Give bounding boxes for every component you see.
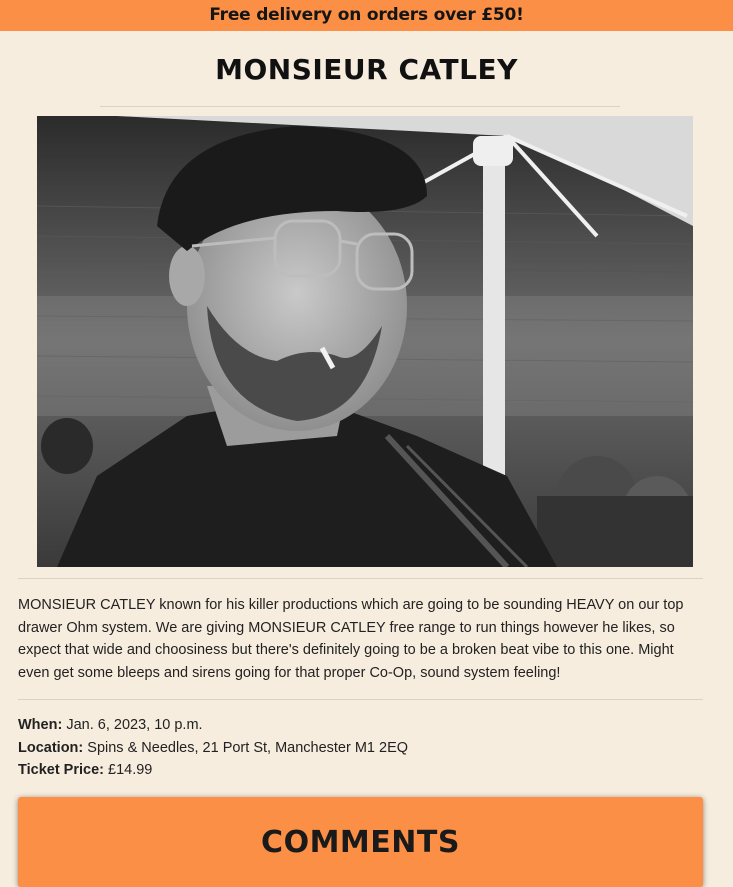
price-value: £14.99 <box>103 762 153 778</box>
delivery-banner: Free delivery on orders over £50! <box>0 0 733 31</box>
location-label: Location: <box>18 739 84 756</box>
comments-section: COMMENTS <box>18 797 703 887</box>
description-divider <box>18 699 703 700</box>
event-description: MONSIEUR CATLEY known for his killer pro… <box>18 597 684 681</box>
title-divider <box>100 106 620 107</box>
comments-heading: COMMENTS <box>261 825 460 860</box>
delivery-banner-text: Free delivery on orders over £50! <box>209 5 524 25</box>
event-location: Location: Spins & Needles, 21 Port St, M… <box>18 737 408 760</box>
photo-divider <box>18 578 703 579</box>
location-value: Spins & Needles, 21 Port St, Manchester … <box>83 739 409 756</box>
event-when: When: Jan. 6, 2023, 10 p.m. <box>18 714 408 737</box>
event-price: Ticket Price: £14.99 <box>18 759 408 782</box>
event-photo <box>37 116 693 567</box>
price-label: Ticket Price: <box>18 762 104 778</box>
when-value: Jan. 6, 2023, 10 p.m. <box>62 717 203 733</box>
event-title: MONSIEUR CATLEY <box>215 53 518 86</box>
when-label: When: <box>18 717 63 733</box>
event-details: When: Jan. 6, 2023, 10 p.m. Location: Sp… <box>18 714 408 782</box>
